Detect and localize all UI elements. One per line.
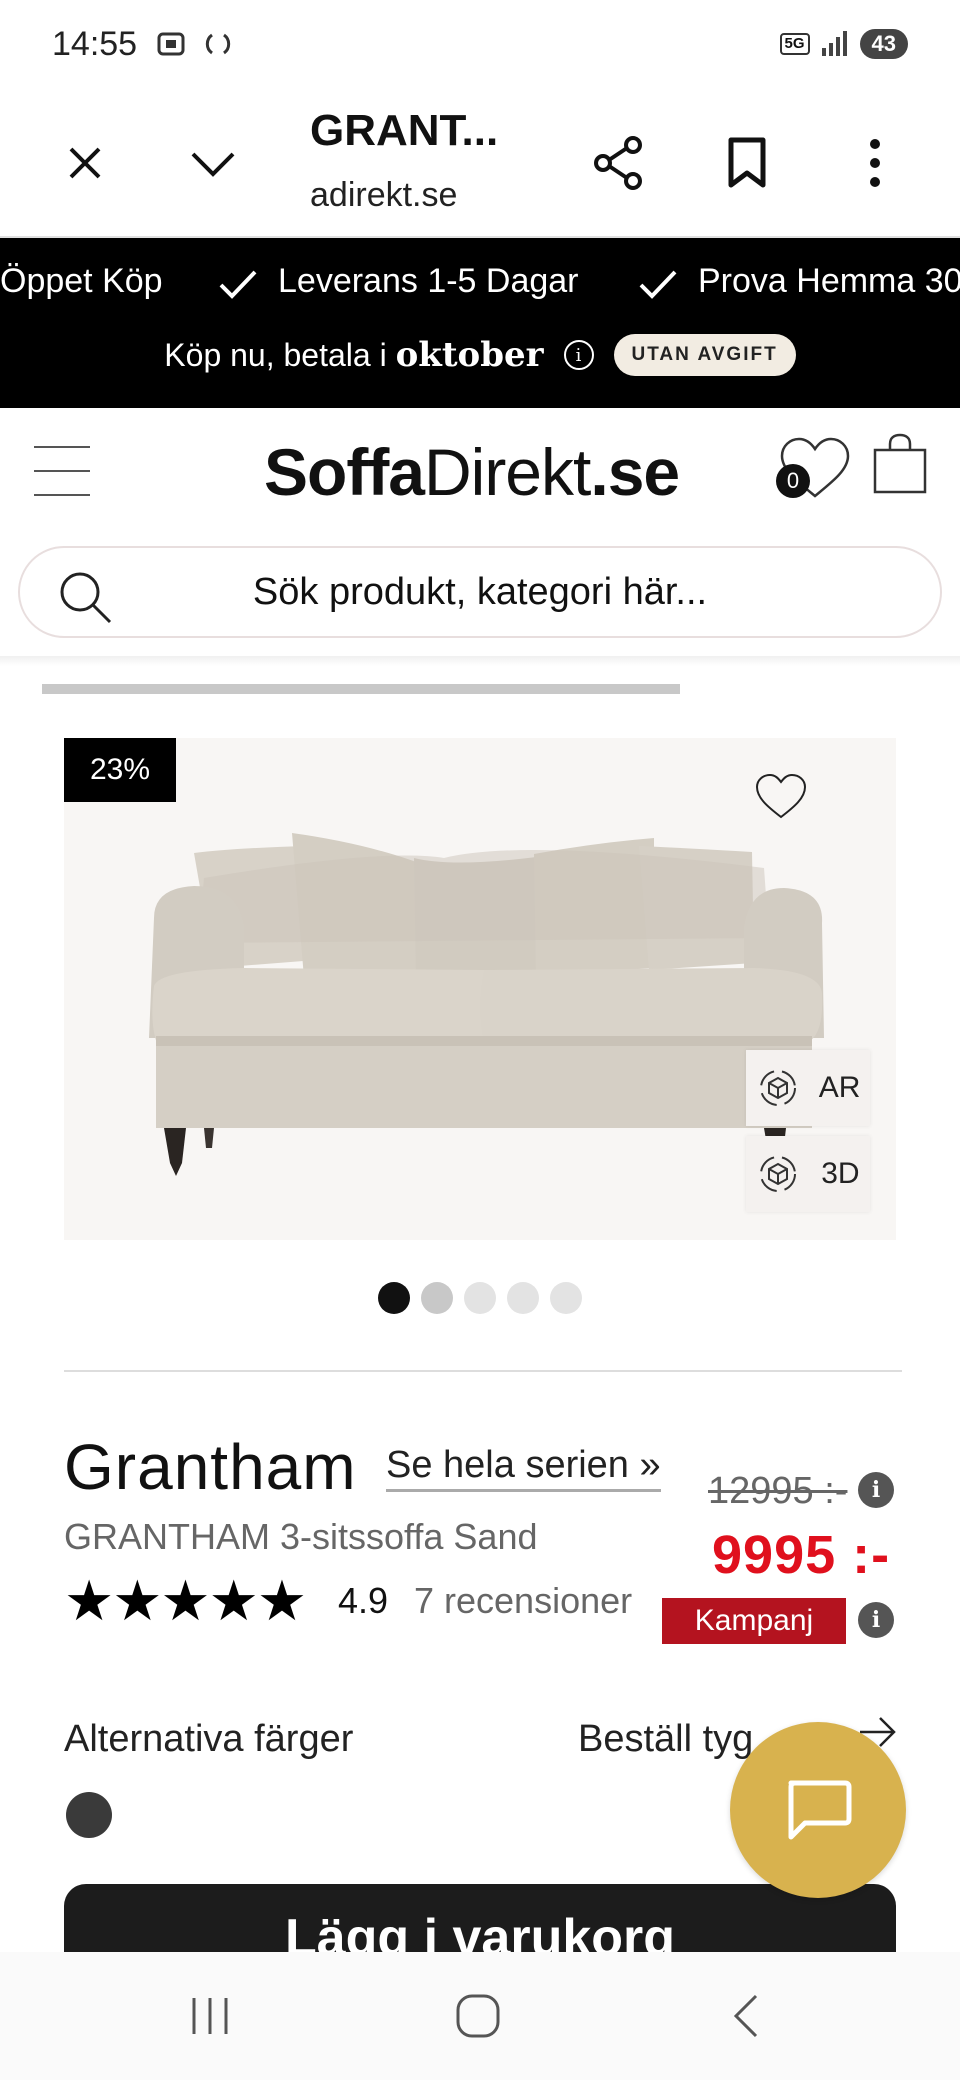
network-badge: 5G (779, 33, 810, 55)
product-subtitle: GRANTHAM 3-sitssoffa Sand (64, 1516, 538, 1557)
promo-banner: Öppet Köp Leverans 1-5 Dagar Prova Hemma… (0, 238, 960, 408)
shopping-bag-icon (873, 433, 927, 494)
campaign-info-icon[interactable]: i (858, 1602, 894, 1638)
series-link[interactable]: Se hela serien » (386, 1444, 661, 1492)
product-gallery[interactable]: 23% AR 3D (64, 738, 896, 1240)
screenshot-icon (157, 32, 185, 56)
header-shadow (0, 656, 960, 666)
gallery-dot[interactable] (507, 1282, 539, 1314)
info-icon[interactable]: i (563, 340, 594, 370)
recent-apps-button[interactable] (170, 1976, 250, 2056)
sync-icon (205, 33, 231, 55)
more-options-button[interactable] (840, 128, 910, 198)
gallery-pagination (378, 1282, 582, 1314)
signal-icon (821, 31, 847, 56)
chat-button[interactable] (730, 1722, 906, 1898)
home-icon (456, 1994, 500, 2038)
system-nav-bar (0, 1952, 960, 2080)
search-bar[interactable]: Sök produkt, kategori här... (18, 546, 942, 638)
more-vertical-icon (870, 139, 880, 187)
logo-part-direkt: Direkt (424, 435, 591, 509)
pay-later-text: Köp nu, betala i oktober (164, 335, 543, 375)
campaign-badge: Kampanj (662, 1598, 846, 1644)
bookmark-icon (728, 137, 766, 188)
ar-view-button[interactable]: AR (746, 1050, 870, 1126)
reviews-link[interactable]: 7 recensioner (414, 1580, 632, 1622)
color-swatch-dark[interactable] (66, 1792, 112, 1838)
usp-item-delivery: Leverans 1-5 Dagar (278, 262, 579, 300)
gallery-dot[interactable] (421, 1282, 453, 1314)
site-logo[interactable]: SoffaDirekt.se (264, 434, 680, 510)
heart-icon (755, 773, 807, 819)
share-button[interactable] (584, 128, 654, 198)
add-to-wishlist-button[interactable] (754, 772, 808, 825)
logo-part-soffa: Soffa (264, 435, 425, 509)
alternative-colors-label: Alternativa färger (64, 1718, 354, 1760)
order-fabric-link[interactable]: Beställ tyg (578, 1718, 753, 1761)
usp-item-open-purchase: Öppet Köp (0, 262, 163, 300)
status-right: 5G 43 (779, 29, 908, 59)
page-title[interactable]: GRANT... (310, 106, 498, 156)
check-icon (639, 270, 677, 299)
back-icon (733, 1994, 758, 2038)
chat-bubble-icon (788, 1780, 852, 1840)
close-tab-button[interactable] (50, 128, 120, 198)
close-icon (69, 147, 101, 179)
home-button[interactable] (438, 1976, 518, 2056)
status-time: 14:55 (52, 24, 138, 63)
browser-toolbar: GRANT... adirekt.se (0, 88, 960, 238)
page-url[interactable]: adirekt.se (310, 176, 457, 215)
gallery-dot[interactable] (378, 1282, 410, 1314)
breadcrumb-scrollbar[interactable] (42, 684, 680, 694)
product-name: Grantham (64, 1431, 357, 1503)
no-fee-badge: UTAN AVGIFT (613, 334, 796, 376)
rating-value: 4.9 (338, 1580, 389, 1621)
status-left-icons (155, 28, 233, 60)
status-bar: 14:55 5G 43 (0, 0, 960, 88)
check-icon (219, 270, 257, 299)
pay-later-prefix: Köp nu, betala i (164, 337, 387, 373)
minimize-button[interactable] (178, 128, 248, 198)
chevron-down-icon (191, 152, 235, 177)
discount-badge: 23% (64, 738, 176, 802)
wishlist-count: 0 (776, 464, 810, 498)
cart-button[interactable] (872, 432, 928, 501)
ar-label: AR (818, 1071, 861, 1104)
share-icon (594, 136, 642, 190)
logo-part-se: .se (590, 435, 680, 509)
usp-item-try-home: Prova Hemma 30 (698, 262, 960, 300)
site-header: SoffaDirekt.se 0 (0, 408, 960, 528)
search-input[interactable]: Sök produkt, kategori här... (20, 571, 940, 614)
bookmark-button[interactable] (712, 128, 782, 198)
original-price: 12995 :- (708, 1470, 848, 1512)
sale-price: 9995 :- (712, 1525, 891, 1585)
usp-ticker: Öppet Köp Leverans 1-5 Dagar Prova Hemma… (0, 258, 960, 308)
rating-stars[interactable]: ★★★★★ (64, 1568, 307, 1634)
ar-cube-icon (759, 1070, 796, 1106)
battery-indicator: 43 (859, 29, 908, 59)
search-icon (60, 572, 112, 624)
back-button[interactable] (706, 1976, 786, 2056)
gallery-dot[interactable] (464, 1282, 496, 1314)
menu-button[interactable] (34, 446, 90, 496)
pay-later-row[interactable]: Köp nu, betala i oktober i UTAN AVGIFT (0, 334, 960, 376)
gallery-dot[interactable] (550, 1282, 582, 1314)
price-info-icon[interactable]: i (858, 1472, 894, 1508)
divider (64, 1370, 902, 1372)
recent-apps-icon (192, 1998, 228, 2034)
3d-label: 3D (821, 1157, 860, 1190)
pay-later-month: oktober (395, 335, 544, 375)
3d-cube-icon (760, 1156, 797, 1192)
3d-view-button[interactable]: 3D (746, 1136, 870, 1212)
